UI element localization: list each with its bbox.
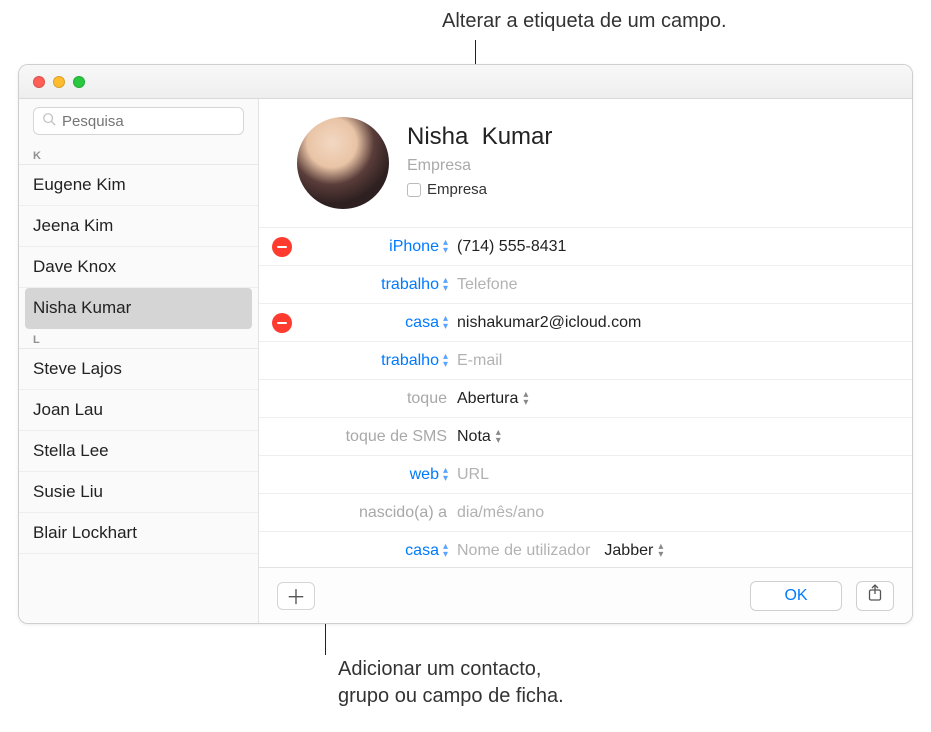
callout-bottom-text: Adicionar um contacto, grupo ou campo de… [338, 656, 564, 710]
field-sms-tone: toque de SMS Nota ▴▾ [259, 418, 912, 456]
first-name: Nisha [407, 123, 468, 150]
search-icon [42, 112, 56, 131]
field-ringtone: toque Abertura ▴▾ [259, 380, 912, 418]
add-button[interactable]: ＋ [277, 582, 315, 610]
field-label-text: toque de SMS [346, 428, 447, 446]
callout-bottom-line2: grupo ou campo de ficha. [338, 685, 564, 707]
email-value[interactable]: nishakumar2@icloud.com [457, 314, 894, 332]
search-field[interactable] [33, 107, 244, 135]
field-birthday: nascido(a) a dia/mês/ano [259, 494, 912, 532]
field-label-text: web [410, 466, 439, 484]
ringtone-value: Abertura [457, 390, 518, 408]
field-label-static: toque de SMS [305, 428, 457, 446]
contacts-window: K Eugene Kim Jeena Kim Dave Knox Nisha K… [18, 64, 913, 624]
window-maximize-button[interactable] [73, 76, 85, 88]
field-label-text: trabalho [381, 352, 439, 370]
field-label-text: iPhone [389, 238, 439, 256]
sms-tone-value: Nota [457, 428, 491, 446]
chevron-updown-icon: ▴▾ [658, 543, 662, 559]
list-item-selected[interactable]: Nisha Kumar [25, 288, 252, 329]
chevron-updown-icon: ▴▾ [443, 467, 447, 483]
list-item[interactable]: Joan Lau [19, 390, 258, 431]
field-im: casa ▴▾ Nome de utilizador Jabber ▴▾ [259, 532, 912, 570]
field-email-home: casa ▴▾ nishakumar2@icloud.com [259, 304, 912, 342]
field-phone-work: trabalho ▴▾ Telefone [259, 266, 912, 304]
section-header-k: K [19, 145, 258, 165]
field-label-dropdown[interactable]: casa ▴▾ [305, 542, 457, 560]
field-label-dropdown[interactable]: iPhone ▴▾ [305, 238, 457, 256]
field-label-static: nascido(a) a [305, 504, 457, 522]
section-header-l: L [19, 329, 258, 349]
field-label-text: toque [407, 390, 447, 408]
detail-pane: Nisha Kumar Empresa Empresa [259, 99, 912, 623]
field-label-static: toque [305, 390, 457, 408]
field-phone: iPhone ▴▾ (714) 555-8431 [259, 228, 912, 266]
company-field[interactable]: Empresa [407, 157, 552, 175]
im-username[interactable]: Nome de utilizador [457, 542, 590, 560]
plus-icon: ＋ [286, 581, 306, 610]
window-close-button[interactable] [33, 76, 45, 88]
field-email-work: trabalho ▴▾ E-mail [259, 342, 912, 380]
footer-toolbar: ＋ OK [259, 567, 912, 623]
chevron-updown-icon: ▴▾ [443, 239, 447, 255]
list-item[interactable]: Stella Lee [19, 431, 258, 472]
window-minimize-button[interactable] [53, 76, 65, 88]
share-icon [867, 584, 883, 607]
chevron-updown-icon: ▴▾ [443, 277, 447, 293]
list-item[interactable]: Jeena Kim [19, 206, 258, 247]
im-service-value: Jabber [604, 542, 653, 560]
im-service-select[interactable]: Jabber ▴▾ [604, 542, 662, 560]
ringtone-select[interactable]: Abertura ▴▾ [457, 390, 894, 408]
chevron-updown-icon: ▴▾ [443, 315, 447, 331]
last-name: Kumar [482, 123, 553, 150]
phone-value[interactable]: (714) 555-8431 [457, 238, 894, 256]
remove-button[interactable] [272, 313, 292, 333]
list-item[interactable]: Blair Lockhart [19, 513, 258, 554]
ok-button[interactable]: OK [750, 581, 842, 611]
contact-header: Nisha Kumar Empresa Empresa [259, 99, 912, 217]
field-label-dropdown[interactable]: casa ▴▾ [305, 314, 457, 332]
field-label-text: casa [405, 314, 439, 332]
chevron-updown-icon: ▴▾ [496, 429, 500, 445]
share-button[interactable] [856, 581, 894, 611]
chevron-updown-icon: ▴▾ [523, 391, 527, 407]
list-item[interactable]: Steve Lajos [19, 349, 258, 390]
web-value[interactable]: URL [457, 466, 894, 484]
list-item[interactable]: Dave Knox [19, 247, 258, 288]
field-label-dropdown[interactable]: web ▴▾ [305, 466, 457, 484]
birthday-value[interactable]: dia/mês/ano [457, 504, 894, 522]
field-web: web ▴▾ URL [259, 456, 912, 494]
fields-list: iPhone ▴▾ (714) 555-8431 trabalho ▴▾ Tel… [259, 227, 912, 570]
company-checkbox-row[interactable]: Empresa [407, 181, 552, 198]
remove-button[interactable] [272, 237, 292, 257]
callout-bottom-line1: Adicionar um contacto, [338, 658, 541, 680]
phone-work-value[interactable]: Telefone [457, 276, 894, 294]
callout-top-text: Alterar a etiqueta de um campo. [442, 10, 727, 33]
email-work-value[interactable]: E-mail [457, 352, 894, 370]
field-label-text: nascido(a) a [359, 504, 447, 522]
sidebar: K Eugene Kim Jeena Kim Dave Knox Nisha K… [19, 99, 259, 623]
contact-name[interactable]: Nisha Kumar [407, 117, 552, 151]
list-item[interactable]: Susie Liu [19, 472, 258, 513]
company-checkbox-label: Empresa [427, 181, 487, 198]
chevron-updown-icon: ▴▾ [443, 543, 447, 559]
sms-tone-select[interactable]: Nota ▴▾ [457, 428, 894, 446]
field-label-dropdown[interactable]: trabalho ▴▾ [305, 276, 457, 294]
search-input[interactable] [62, 113, 235, 130]
contacts-list: K Eugene Kim Jeena Kim Dave Knox Nisha K… [19, 145, 258, 623]
company-checkbox[interactable] [407, 183, 421, 197]
titlebar [19, 65, 912, 99]
field-label-text: casa [405, 542, 439, 560]
field-label-dropdown[interactable]: trabalho ▴▾ [305, 352, 457, 370]
list-item[interactable]: Eugene Kim [19, 165, 258, 206]
chevron-updown-icon: ▴▾ [443, 353, 447, 369]
im-row: Nome de utilizador Jabber ▴▾ [457, 542, 894, 560]
avatar[interactable] [297, 117, 389, 209]
field-label-text: trabalho [381, 276, 439, 294]
